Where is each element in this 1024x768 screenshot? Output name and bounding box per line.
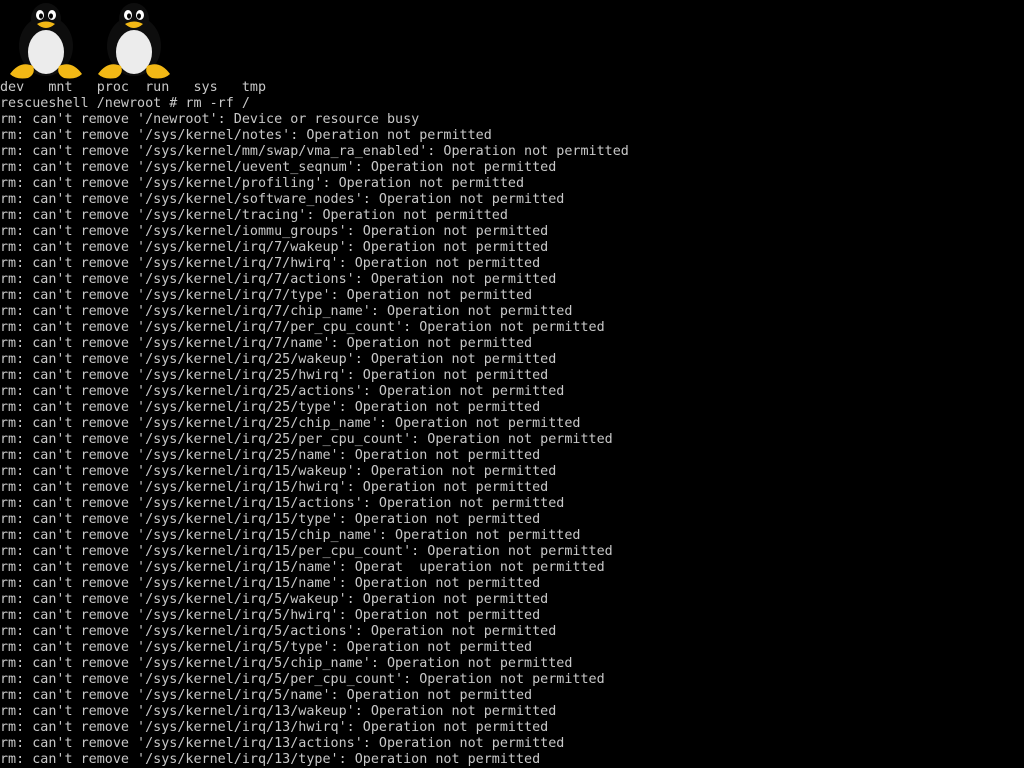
console-line: rm: can't remove '/sys/kernel/irq/25/typ… <box>0 400 541 415</box>
console-line: rm: can't remove '/sys/kernel/irq/5/acti… <box>0 624 557 639</box>
console-line: rm: can't remove '/sys/kernel/irq/5/per_… <box>0 672 605 687</box>
tux-penguin-icon <box>98 3 170 79</box>
directory-listing-line: dev mnt proc run sys tmp <box>0 80 267 95</box>
console-line: rm: can't remove '/sys/kernel/irq/25/per… <box>0 432 613 447</box>
console-line: rm: can't remove '/sys/kernel/iommu_grou… <box>0 224 549 239</box>
console-output[interactable]: dev mnt proc run sys tmp rescueshell /new… <box>0 80 1024 768</box>
console-line: rm: can't remove '/sys/kernel/software_n… <box>0 192 565 207</box>
console-line: rm: can't remove '/sys/kernel/irq/7/hwir… <box>0 256 541 271</box>
console-line: rm: can't remove '/sys/kernel/irq/7/acti… <box>0 272 557 287</box>
boot-logo-row <box>6 0 182 80</box>
console-line: rm: can't remove '/sys/kernel/irq/5/type… <box>0 640 533 655</box>
console-line: rm: can't remove '/sys/kernel/tracing': … <box>0 208 508 223</box>
console-line: rm: can't remove '/sys/kernel/irq/13/typ… <box>0 752 541 767</box>
console-line: rm: can't remove '/sys/kernel/irq/13/hwi… <box>0 720 549 735</box>
console-line: rm: can't remove '/sys/kernel/irq/15/nam… <box>0 576 541 591</box>
console-line: rm: can't remove '/sys/kernel/irq/25/chi… <box>0 416 581 431</box>
console-line: rm: can't remove '/sys/kernel/irq/15/hwi… <box>0 480 549 495</box>
console-line: rm: can't remove '/sys/kernel/irq/5/chip… <box>0 656 573 671</box>
console-line: rm: can't remove '/sys/kernel/irq/15/act… <box>0 496 565 511</box>
console-line: rm: can't remove '/sys/kernel/irq/13/wak… <box>0 704 557 719</box>
console-line: rm: can't remove '/sys/kernel/irq/15/nam… <box>0 560 605 575</box>
console-line: rm: can't remove '/sys/kernel/irq/15/typ… <box>0 512 541 527</box>
console-line: rm: can't remove '/sys/kernel/irq/15/chi… <box>0 528 581 543</box>
console-line: rm: can't remove '/sys/kernel/irq/13/act… <box>0 736 565 751</box>
console-line: rm: can't remove '/sys/kernel/profiling'… <box>0 176 525 191</box>
shell-prompt-line: rescueshell /newroot # rm -rf / <box>0 96 250 111</box>
tux-penguin-icon <box>10 3 82 79</box>
console-line: rm: can't remove '/sys/kernel/notes': Op… <box>0 128 492 143</box>
console-line: rm: can't remove '/sys/kernel/irq/7/per_… <box>0 320 605 335</box>
console-line: rm: can't remove '/sys/kernel/irq/5/wake… <box>0 592 549 607</box>
console-line: rm: can't remove '/sys/kernel/irq/25/nam… <box>0 448 541 463</box>
console-line: rm: can't remove '/sys/kernel/irq/5/name… <box>0 688 533 703</box>
console-line: rm: can't remove '/sys/kernel/irq/25/wak… <box>0 352 557 367</box>
console-screen[interactable]: dev mnt proc run sys tmp rescueshell /new… <box>0 0 1024 768</box>
console-line: rm: can't remove '/sys/kernel/irq/5/hwir… <box>0 608 541 623</box>
console-line: rm: can't remove '/sys/kernel/irq/7/name… <box>0 336 533 351</box>
console-line: rm: can't remove '/newroot': Device or r… <box>0 112 420 127</box>
console-line: rm: can't remove '/sys/kernel/irq/7/wake… <box>0 240 549 255</box>
console-line: rm: can't remove '/sys/kernel/irq/7/chip… <box>0 304 573 319</box>
console-line: rm: can't remove '/sys/kernel/irq/25/hwi… <box>0 368 549 383</box>
console-line: rm: can't remove '/sys/kernel/irq/15/wak… <box>0 464 557 479</box>
console-line: rm: can't remove '/sys/kernel/irq/25/act… <box>0 384 565 399</box>
console-line: rm: can't remove '/sys/kernel/irq/7/type… <box>0 288 533 303</box>
console-line: rm: can't remove '/sys/kernel/uevent_seq… <box>0 160 557 175</box>
console-line: rm: can't remove '/sys/kernel/mm/swap/vm… <box>0 144 629 159</box>
console-line: rm: can't remove '/sys/kernel/irq/15/per… <box>0 544 613 559</box>
